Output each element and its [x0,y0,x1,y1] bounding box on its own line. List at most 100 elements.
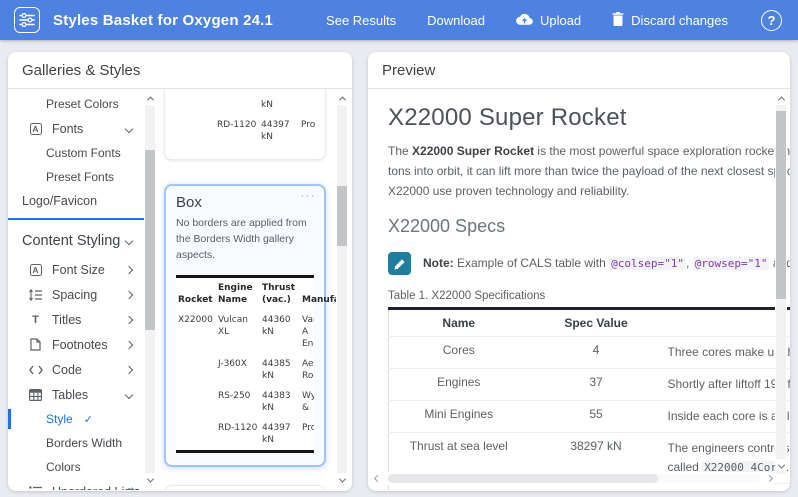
preview-horizontal-scrollbar[interactable] [372,472,774,485]
table-cell: RD-1120 [215,115,259,147]
upload-button[interactable]: Upload [516,13,581,28]
sidebar-item-colors[interactable]: Colors [8,455,160,479]
table-row: kN [175,95,315,115]
table-cell: Progress [299,115,315,147]
preview-scroll-up-button[interactable] [775,92,787,104]
gallery-card-partial[interactable]: kNRD-112044397 kNProgress [164,89,326,160]
preview-scroll-down-button[interactable] [775,460,787,472]
table-cell [215,95,259,115]
preview-vertical-scrollbar[interactable] [775,92,787,472]
table-cell: Vanilla A Engines [300,310,314,354]
table-cell: RS-250 [216,386,260,418]
cards-scroll-up-button[interactable] [336,92,348,104]
sidebar-item-label: Tables [52,388,88,402]
table-cell: 44385 kN [260,354,300,386]
preview-hscrollbar-thumb[interactable] [388,474,658,483]
nav-scroll-up-button[interactable] [144,92,156,104]
topbar-actions: See Results Download Upload Discard chan… [326,10,782,31]
check-icon: ✓ [84,413,93,426]
sidebar-item-preset-colors[interactable]: Preset Colors [8,92,160,116]
doc-title: X22000 Super Rocket [388,104,790,132]
sidebar-item-spacing[interactable]: Spacing [8,282,160,307]
sidebar-item-tables[interactable]: Tables [8,382,160,407]
sidebar-item-titles[interactable]: TTitles [8,307,160,332]
spacing-icon [28,289,43,301]
sidebar-item-preset-fonts[interactable]: Preset Fonts [8,165,160,189]
gallery-card-rounded-corner[interactable]: ··· Rounded Corner No borders are applie… [164,485,326,490]
column-header: Name [389,309,529,337]
cards-scrollbar[interactable] [336,92,348,486]
preview-hscrollbar-track [386,474,760,483]
sidebar-item-label: Footnotes [52,338,108,352]
cards-scroll-down-button[interactable] [336,474,348,486]
selected-indicator [8,409,11,429]
spec-desc-cell: Three cores make up the first stage [664,337,791,369]
paragraph-line: X22000 use proven technology and reliabi… [388,181,790,201]
sidebar-item-label: Custom Fonts [46,146,121,160]
sidebar-item-style[interactable]: Style✓ [8,407,160,431]
table-cell: Aerospa Rocketje [300,354,314,386]
doc-subtitle: X22000 Specs [388,216,790,237]
help-button[interactable]: ? [761,10,782,31]
sidebar-item-label: Code [52,363,82,377]
column-header: Manufa [300,277,314,311]
table-row: Engines37Shortly after liftoff 19 of the… [389,369,791,401]
sidebar-item-label: Preset Colors [46,97,119,111]
attribute-code: @rowsep="1" [693,257,770,270]
table-cell: RD-1120 [216,418,260,452]
column-header: Rocket [176,277,216,311]
preview-scroll-left-button[interactable] [372,476,382,481]
nav-scrollbar[interactable] [144,92,156,486]
doc-paragraph: The X22000 Super Rocket is the most powe… [388,141,790,201]
note-text: Note: Example of CALS table with @colsep… [423,252,790,273]
table-cell: J-360X [216,354,260,386]
sidebar-item-logo-favicon[interactable]: Logo/Favicon [8,189,160,213]
table-cell [176,354,216,386]
column-header: Thrust (vac.) [260,277,300,311]
table-row: J-360X44385 kNAerospa Rocketje [176,354,314,386]
sidebar-item-borders-width[interactable]: Borders Width [8,431,160,455]
spec-value-cell: 55 [529,401,664,433]
column-header: Engine Name [216,277,260,311]
desc-line: Three cores make up the first stage [668,343,791,362]
discard-changes-button[interactable]: Discard changes [612,12,728,29]
preview-scroll-right-button[interactable] [764,476,774,481]
cards-scrollbar-thumb[interactable] [337,186,347,246]
sidebar-item-footnotes[interactable]: Footnotes [8,332,160,357]
rocket-table-partial: kNRD-112044397 kNProgress [175,95,315,147]
nav-section-divider [8,218,144,220]
app-logo-icon[interactable] [14,7,40,33]
see-results-button[interactable]: See Results [326,13,396,28]
nav-scrollbar-thumb[interactable] [145,150,155,330]
table-cell: Wyatt & [300,386,314,418]
card-menu-button[interactable]: ··· [301,190,317,202]
table-row: RD-112044397 kNProgress [175,115,315,147]
spec-name-cell: Engines [389,369,529,401]
gallery-card-box[interactable]: ··· Box No borders are applied from the … [164,184,326,467]
paragraph-line: The X22000 Super Rocket is the most powe… [388,141,790,161]
sidebar-item-label: Preset Fonts [46,170,114,184]
sidebar-item-code[interactable]: Code [8,357,160,382]
sidebar-item-label: Spacing [52,288,97,302]
table-row: Cores4Three cores make up the first stag… [389,337,791,369]
sidebar-item-font-size[interactable]: AFont Size [8,257,160,282]
code-icon [28,365,43,375]
table-cell [175,95,215,115]
chevron-right-icon [125,340,133,348]
spec-name-cell: Cores [389,337,529,369]
sidebar-item-content-styling[interactable]: Content Styling [8,225,160,257]
sidebar-item-custom-fonts[interactable]: Custom Fonts [8,141,160,165]
sidebar-item-unordered-lists[interactable]: Unordered Lists [8,479,160,490]
download-button[interactable]: Download [427,13,485,28]
card-title: Box [176,194,314,211]
table-cell [175,115,215,147]
nav-scroll-down-button[interactable] [144,474,156,486]
chevron-down-icon [125,124,133,132]
table-cell: Progress [300,418,314,452]
preview-vscrollbar-thumb[interactable] [776,111,786,299]
table-cell: X22000 [176,310,216,354]
cloud-upload-icon [516,13,533,28]
desc-line: The engineers controls the cores th [668,439,791,458]
table-cell [176,418,216,452]
sidebar-item-fonts[interactable]: AFonts [8,116,160,141]
